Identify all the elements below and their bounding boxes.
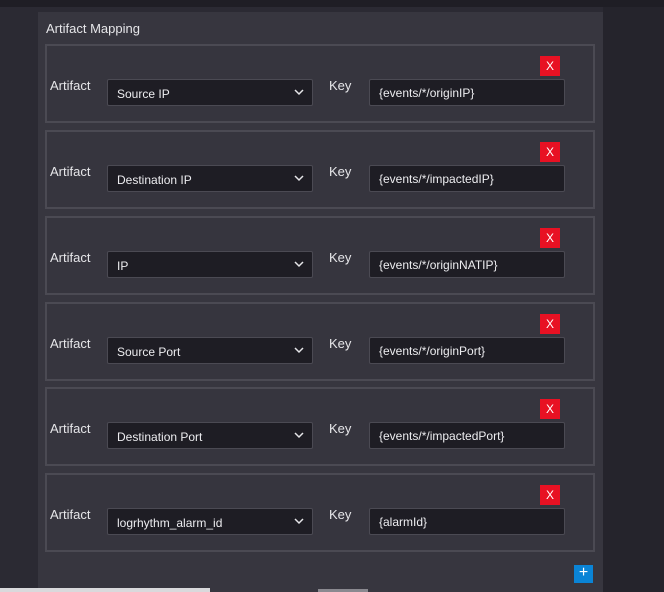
key-input[interactable] — [369, 251, 565, 278]
close-icon: X — [545, 145, 554, 159]
close-icon: X — [545, 231, 554, 245]
remove-mapping-button[interactable]: X — [540, 314, 560, 334]
chevron-down-icon — [294, 261, 304, 268]
key-label: Key — [329, 421, 352, 436]
bottom-scrollbar — [0, 588, 210, 592]
key-label: Key — [329, 250, 352, 265]
chevron-down-icon — [294, 89, 304, 96]
key-input[interactable] — [369, 79, 565, 106]
artifact-mapping-panel: Artifact Mapping Artifact Source IP Key … — [38, 12, 603, 592]
artifact-label: Artifact — [50, 336, 91, 351]
key-label: Key — [329, 164, 352, 179]
key-label: Key — [329, 336, 352, 351]
artifact-select-value: Destination Port — [117, 430, 203, 444]
artifact-select[interactable]: logrhythm_alarm_id — [107, 508, 313, 535]
artifact-label: Artifact — [50, 507, 91, 522]
artifact-select-value: Destination IP — [117, 173, 192, 187]
mapping-row: Artifact Destination Port Key X — [45, 387, 595, 466]
artifact-label: Artifact — [50, 421, 91, 436]
chevron-down-icon — [294, 347, 304, 354]
section-title: Artifact Mapping — [46, 21, 140, 36]
chevron-down-icon — [294, 518, 304, 525]
remove-mapping-button[interactable]: X — [540, 485, 560, 505]
mapping-row: Artifact Destination IP Key X — [45, 130, 595, 209]
mapping-row: Artifact IP Key X — [45, 216, 595, 295]
artifact-select[interactable]: Destination IP — [107, 165, 313, 192]
key-input[interactable] — [369, 165, 565, 192]
chevron-down-icon — [294, 175, 304, 182]
artifact-select[interactable]: IP — [107, 251, 313, 278]
chevron-down-icon — [294, 432, 304, 439]
plus-icon: + — [578, 564, 589, 581]
close-icon: X — [545, 488, 554, 502]
close-icon: X — [545, 59, 554, 73]
key-label: Key — [329, 507, 352, 522]
remove-mapping-button[interactable]: X — [540, 142, 560, 162]
artifact-label: Artifact — [50, 164, 91, 179]
add-mapping-button[interactable]: + — [574, 564, 593, 583]
artifact-select[interactable]: Destination Port — [107, 422, 313, 449]
artifact-select-value: logrhythm_alarm_id — [117, 516, 223, 530]
remove-mapping-button[interactable]: X — [540, 228, 560, 248]
artifact-label: Artifact — [50, 250, 91, 265]
mapping-row: Artifact logrhythm_alarm_id Key X — [45, 473, 595, 552]
key-input[interactable] — [369, 337, 565, 364]
close-icon: X — [545, 317, 554, 331]
top-bar — [0, 0, 664, 7]
remove-mapping-button[interactable]: X — [540, 56, 560, 76]
mapping-row: Artifact Source Port Key X — [45, 302, 595, 381]
remove-mapping-button[interactable]: X — [540, 399, 560, 419]
artifact-select[interactable]: Source Port — [107, 337, 313, 364]
close-icon: X — [545, 402, 554, 416]
mapping-row: Artifact Source IP Key X — [45, 44, 595, 123]
artifact-select-value: IP — [117, 259, 129, 273]
artifact-label: Artifact — [50, 78, 91, 93]
artifact-select-value: Source Port — [117, 345, 181, 359]
artifact-select-value: Source IP — [117, 87, 170, 101]
key-input[interactable] — [369, 508, 565, 535]
key-input[interactable] — [369, 422, 565, 449]
key-label: Key — [329, 78, 352, 93]
right-gutter — [603, 7, 664, 592]
artifact-select[interactable]: Source IP — [107, 79, 313, 106]
